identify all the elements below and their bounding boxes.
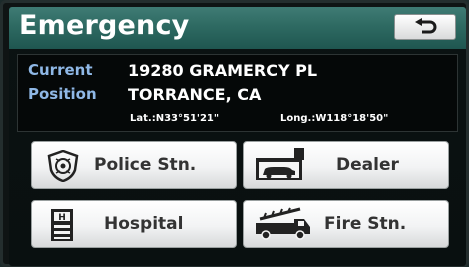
hospital-icon: H xyxy=(51,209,73,241)
dealer-button[interactable]: Dealer xyxy=(243,141,449,189)
city-state: TORRANCE, CA xyxy=(128,85,262,104)
fire-truck-icon xyxy=(256,207,310,240)
longitude: Long.:W118°18'50" xyxy=(280,113,389,124)
title-bar: Emergency xyxy=(9,7,466,49)
police-station-label: Police Stn. xyxy=(94,155,197,175)
current-position-panel: Current Position 19280 GRAMERCY PL TORRA… xyxy=(17,54,458,132)
svg-text:H: H xyxy=(58,213,66,223)
back-button[interactable] xyxy=(394,14,456,40)
position-label: Position xyxy=(28,85,97,103)
street-address: 19280 GRAMERCY PL xyxy=(128,61,318,80)
device-frame: Emergency Current Position 19280 GRAMERC… xyxy=(0,0,469,267)
return-arrow-icon xyxy=(415,18,437,34)
latitude: Lat.:N33°51'21" xyxy=(130,113,220,124)
police-station-button[interactable]: Police Stn. xyxy=(31,141,237,189)
page-title: Emergency xyxy=(19,10,190,41)
hospital-button[interactable]: H Hospital xyxy=(31,200,237,248)
hospital-label: Hospital xyxy=(104,214,184,234)
fire-station-button[interactable]: Fire Stn. xyxy=(243,200,449,248)
current-label: Current xyxy=(28,61,93,79)
police-badge-icon xyxy=(47,150,79,182)
dealer-garage-icon xyxy=(256,148,304,180)
nav-screen: Emergency Current Position 19280 GRAMERC… xyxy=(9,7,466,266)
dealer-label: Dealer xyxy=(336,155,399,175)
fire-station-label: Fire Stn. xyxy=(324,214,407,234)
